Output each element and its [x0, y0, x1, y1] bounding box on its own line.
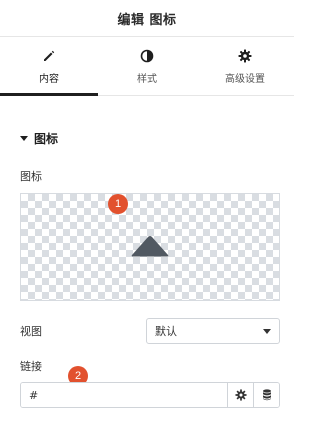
caret-down-icon: [20, 136, 28, 141]
chevron-down-icon: [263, 328, 271, 334]
tab-label: 样式: [137, 73, 157, 85]
icon-picker[interactable]: [20, 193, 280, 301]
gear-icon: [237, 48, 253, 64]
link-input[interactable]: [21, 383, 227, 407]
page-title: 编辑 图标: [117, 12, 177, 28]
section-title: 图标: [34, 132, 59, 146]
dynamic-tags-button[interactable]: [253, 383, 279, 407]
view-field: 视图 默认: [20, 318, 280, 344]
database-icon: [262, 386, 272, 405]
link-options-button[interactable]: [227, 383, 253, 407]
view-select-value: 默认: [155, 325, 177, 338]
tab-content[interactable]: 内容: [0, 37, 98, 96]
link-label: 链接: [20, 360, 42, 373]
annotation-marker: 1: [108, 194, 128, 214]
link-field: [20, 382, 280, 408]
pencil-icon: [41, 48, 57, 64]
tab-advanced[interactable]: 高级设置: [196, 37, 294, 95]
view-label: 视图: [20, 325, 42, 338]
tab-label: 内容: [39, 73, 59, 85]
gear-icon: [234, 386, 247, 405]
section-toggle-icon[interactable]: 图标: [20, 130, 58, 147]
contrast-icon: [139, 48, 155, 64]
tab-style[interactable]: 样式: [98, 37, 196, 95]
view-select[interactable]: 默认: [146, 318, 280, 344]
panel-header: 编辑 图标: [0, 0, 294, 36]
icon-field-label: 图标: [20, 170, 42, 183]
tab-label: 高级设置: [225, 73, 265, 85]
tab-bar: 内容 样式 高级设置: [0, 36, 294, 96]
caret-up-icon: [128, 232, 172, 262]
